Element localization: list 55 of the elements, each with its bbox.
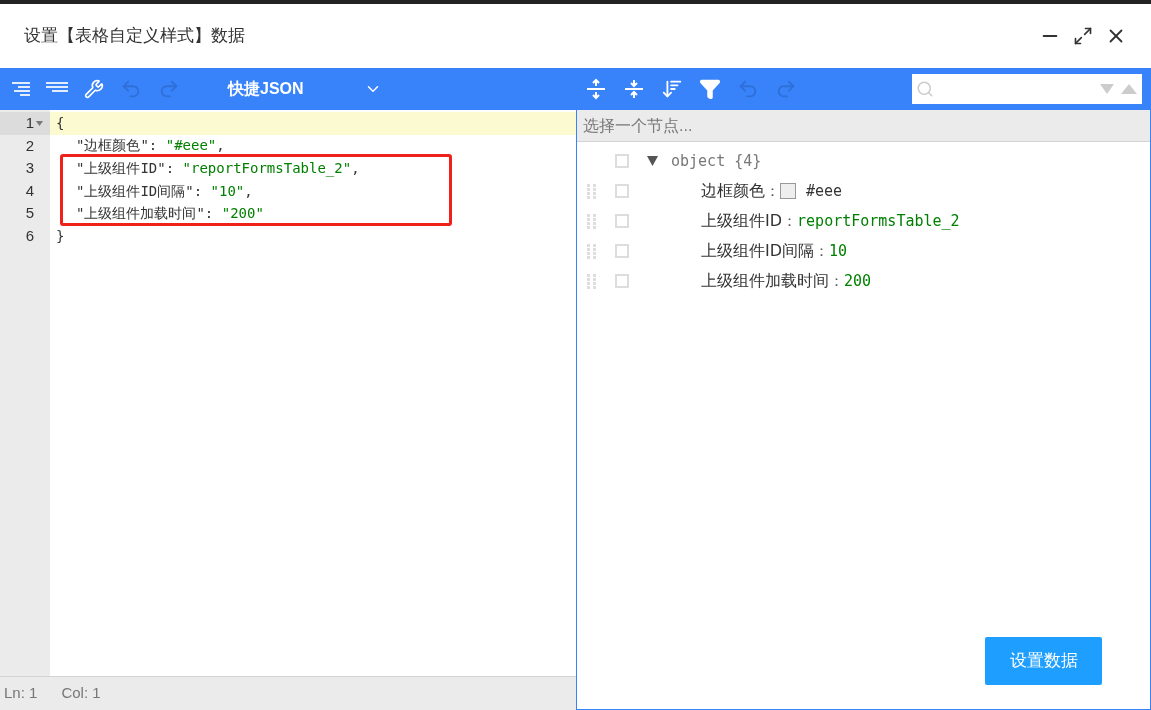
redo-icon[interactable] bbox=[775, 78, 797, 100]
window-title: 设置【表格自定义样式】数据 bbox=[24, 25, 246, 48]
tree-field-name: 上级组件ID bbox=[701, 210, 783, 232]
wrench-icon[interactable] bbox=[84, 79, 104, 99]
line-number: 1 bbox=[0, 112, 50, 135]
collapse-all-icon[interactable] bbox=[623, 78, 645, 100]
code-line: } bbox=[55, 226, 66, 246]
expand-all-icon[interactable] bbox=[585, 78, 607, 100]
context-menu-icon[interactable] bbox=[615, 214, 629, 228]
tree-field-name: 边框颜色 bbox=[701, 180, 765, 202]
filter-icon[interactable] bbox=[699, 78, 721, 100]
context-menu-icon[interactable] bbox=[615, 154, 629, 168]
code-line: "边框颜色": "#eee", bbox=[75, 136, 226, 156]
sort-icon[interactable] bbox=[661, 78, 683, 100]
tree-node-label: object {4} bbox=[671, 150, 762, 172]
drag-handle-icon[interactable] bbox=[587, 243, 597, 259]
line-number: 2 bbox=[24, 135, 35, 156]
maximize-icon[interactable] bbox=[1073, 26, 1093, 46]
line-number: 5 bbox=[24, 203, 35, 224]
tree-field-value[interactable]: 200 bbox=[844, 269, 872, 293]
separator: ： bbox=[829, 270, 844, 292]
code-line: "上级组件ID间隔": "10", bbox=[75, 181, 254, 201]
expand-toggle-icon[interactable] bbox=[647, 156, 661, 166]
tree-field-value[interactable]: reportFormsTable_2 bbox=[797, 209, 960, 233]
separator: ： bbox=[814, 240, 830, 262]
search-navigation-icon[interactable] bbox=[1100, 83, 1138, 95]
separator: ： bbox=[765, 180, 780, 202]
tree-field-name: 上级组件ID间隔 bbox=[701, 240, 815, 262]
context-menu-icon[interactable] bbox=[615, 244, 629, 258]
column-indicator: Col: 1 bbox=[61, 683, 101, 704]
color-swatch[interactable] bbox=[780, 183, 796, 199]
tree-field-value[interactable]: 10 bbox=[829, 239, 848, 263]
line-number: 6 bbox=[24, 226, 35, 246]
separator: ： bbox=[782, 210, 798, 232]
context-menu-icon[interactable] bbox=[615, 184, 629, 198]
redo-icon[interactable] bbox=[158, 78, 180, 100]
tree-field-value[interactable]: #eee bbox=[806, 179, 843, 203]
fold-caret-icon[interactable] bbox=[36, 120, 43, 126]
undo-icon[interactable] bbox=[737, 78, 759, 100]
set-data-button[interactable]: 设置数据 bbox=[985, 637, 1102, 685]
search-field[interactable] bbox=[912, 74, 1142, 104]
drag-handle-icon[interactable] bbox=[587, 273, 597, 289]
line-number: 3 bbox=[24, 158, 35, 179]
drag-handle-icon[interactable] bbox=[587, 213, 597, 229]
search-icon bbox=[916, 80, 934, 98]
mode-dropdown[interactable]: 快捷JSON bbox=[228, 77, 382, 101]
code-line: "上级组件加载时间": "200" bbox=[75, 204, 265, 224]
line-number: 4 bbox=[24, 180, 35, 201]
tree-field-name: 上级组件加载时间 bbox=[701, 270, 829, 292]
code-line: "上级组件ID": "reportFormsTable_2", bbox=[75, 159, 361, 179]
drag-handle-icon[interactable] bbox=[587, 183, 597, 199]
context-menu-icon[interactable] bbox=[615, 274, 629, 288]
line-indicator: Ln: 1 bbox=[4, 683, 38, 704]
node-path-field[interactable]: 选择一个节点... bbox=[577, 110, 1150, 142]
undo-icon[interactable] bbox=[120, 78, 142, 100]
